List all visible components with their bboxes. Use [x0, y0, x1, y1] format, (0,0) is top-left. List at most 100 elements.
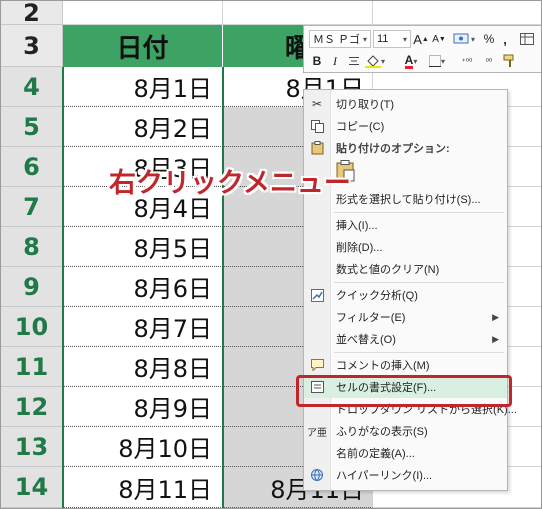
font-color-button[interactable]: A ▾ [400, 52, 422, 70]
date-column-header[interactable]: 日付 [63, 25, 223, 67]
menu-item-format-cells[interactable]: セルの書式設定(F)... [304, 376, 507, 398]
menu-item-label: コメントの挿入(M) [336, 360, 430, 372]
menu-item-label: 削除(D)... [336, 242, 383, 254]
format-cells-icon [304, 381, 330, 393]
date-cell[interactable]: 8月1日 [63, 67, 223, 107]
menu-item-insert[interactable]: 挿入(I)... [304, 214, 507, 236]
bold-button[interactable]: B [310, 52, 324, 70]
increase-font-icon[interactable]: A ▲ [413, 30, 429, 48]
row-header[interactable]: 6 [1, 147, 63, 187]
row-number: 6 [23, 152, 40, 181]
row-header[interactable]: 5 [1, 107, 63, 147]
date-cell[interactable]: 8月11日 [63, 467, 223, 508]
row-header[interactable]: 4 [1, 67, 63, 107]
menu-item-copy[interactable]: コピー(C) [304, 115, 507, 137]
menu-item-label: 挿入(I)... [336, 220, 378, 232]
row-number: 11 [14, 352, 49, 381]
menu-item-define-name[interactable]: 名前の定義(A)... [304, 442, 507, 464]
row-header[interactable]: 13 [1, 427, 63, 467]
row-header[interactable]: 12 [1, 387, 63, 427]
date-cell[interactable]: 8月10日 [63, 427, 223, 467]
menu-item-label: 並べ替え(O) [336, 334, 396, 346]
context-menu: ✂ 切り取り(T) コピー(C) 貼り付けのオプション: 形式を選択して貼り付け(… [303, 89, 517, 491]
date-cell[interactable]: 8月9日 [63, 387, 223, 427]
date-cell[interactable]: 8月8日 [63, 347, 223, 387]
menu-item-quick-analysis[interactable]: クイック分析(Q) [304, 284, 507, 306]
menu-separator [334, 352, 504, 353]
accounting-format-button[interactable]: ▾ [452, 30, 476, 48]
menu-item-label: フィルター(E) [336, 312, 406, 324]
menu-item-filter[interactable]: フィルター(E) ▶ [304, 306, 507, 328]
row-header[interactable]: 14 [1, 467, 63, 508]
menu-item-clear-contents[interactable]: 数式と値のクリア(N) [304, 258, 507, 280]
font-color-icon: A [404, 52, 414, 69]
row-number: 8 [23, 232, 40, 261]
menu-separator [334, 282, 504, 283]
menu-paste-options-header: 貼り付けのオプション: [304, 137, 507, 159]
increase-decimal-button[interactable]: ⁺⁰⁰ [458, 52, 476, 70]
cell-b2[interactable] [223, 1, 373, 25]
comma-button[interactable]: , [500, 30, 510, 48]
row-header-2[interactable]: 2 [1, 1, 63, 27]
date-cell[interactable]: 8月2日 [63, 107, 223, 147]
font-name-dropdown[interactable]: ＭＳ Ｐゴ ▾ [309, 30, 371, 48]
menu-item-label: セルの書式設定(F)... [336, 382, 437, 394]
row-header-3[interactable]: 3 [1, 25, 63, 67]
menu-item-label: 形式を選択して貼り付け(S)... [336, 194, 481, 206]
chevron-down-icon: ▾ [362, 34, 367, 44]
row-number: 4 [23, 72, 40, 101]
chevron-down-icon: ▾ [402, 34, 407, 44]
borders-button[interactable]: ▾ [426, 52, 448, 70]
format-painter-button[interactable] [502, 52, 518, 70]
comment-icon [304, 359, 330, 371]
submenu-arrow-icon: ▶ [492, 311, 499, 322]
italic-button[interactable]: I [328, 52, 342, 70]
menu-item-delete[interactable]: 削除(D)... [304, 236, 507, 258]
menu-item-label: コピー(C) [336, 121, 385, 133]
align-center-button[interactable] [346, 52, 362, 70]
font-size-value: 11 [377, 33, 389, 45]
font-size-dropdown[interactable]: 11 ▾ [373, 30, 411, 48]
row-number: 7 [23, 192, 40, 221]
menu-item-label: 貼り付けのオプション: [336, 143, 450, 155]
percent-button[interactable]: % [482, 30, 496, 48]
row-header[interactable]: 11 [1, 347, 63, 387]
row-header[interactable]: 7 [1, 187, 63, 227]
row-number: 12 [14, 392, 49, 421]
format-painter-icon [503, 54, 514, 67]
decrease-font-icon[interactable]: A ▼ [432, 30, 446, 48]
cell-c2[interactable] [373, 1, 541, 25]
row-header[interactable]: 8 [1, 227, 63, 267]
row-header[interactable]: 10 [1, 307, 63, 347]
date-cell[interactable]: 8月7日 [63, 307, 223, 347]
row-number: 14 [14, 473, 49, 501]
menu-item-cut[interactable]: ✂ 切り取り(T) [304, 93, 507, 115]
table-icon [520, 33, 534, 45]
format-table-button[interactable] [518, 30, 536, 48]
font-name-value: ＭＳ Ｐゴ [313, 34, 361, 46]
row-number: 9 [23, 272, 40, 301]
row-header[interactable]: 9 [1, 267, 63, 307]
quick-analysis-icon [304, 288, 330, 302]
menu-item-label: ドロップダウン リストから選択(K)... [336, 404, 517, 416]
row-number: 3 [23, 31, 40, 60]
borders-icon [428, 55, 441, 67]
date-cell[interactable]: 8月5日 [63, 227, 223, 267]
decrease-decimal-button[interactable]: ⁰⁰ [480, 52, 498, 70]
menu-item-insert-comment[interactable]: コメントの挿入(M) [304, 354, 507, 376]
submenu-arrow-icon: ▶ [492, 333, 499, 344]
menu-item-sort[interactable]: 並べ替え(O) ▶ [304, 328, 507, 350]
menu-separator [334, 212, 504, 213]
fill-color-button[interactable]: ▾ [364, 52, 386, 70]
menu-item-label: ハイパーリンク(I)... [336, 470, 433, 482]
row-number: 5 [23, 112, 40, 141]
callout-label: 右クリックメニュー [109, 168, 351, 199]
row-number: 13 [14, 432, 49, 461]
hyperlink-icon [304, 468, 330, 482]
menu-item-pick-from-list[interactable]: ドロップダウン リストから選択(K)... [304, 398, 517, 420]
menu-item-label: クイック分析(Q) [336, 290, 418, 302]
menu-item-show-furigana[interactable]: ア亜 ふりがなの表示(S) [304, 420, 507, 442]
date-cell[interactable]: 8月6日 [63, 267, 223, 307]
cell-a2[interactable] [63, 1, 223, 25]
menu-item-hyperlink[interactable]: ハイパーリンク(I)... [304, 464, 507, 486]
